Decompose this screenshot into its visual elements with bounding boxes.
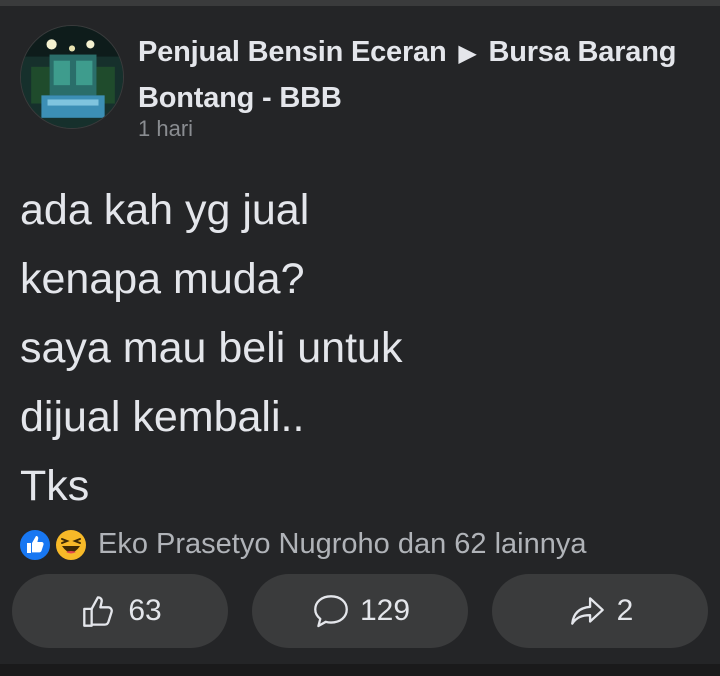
bottom-divider	[0, 664, 720, 676]
post-title: Penjual Bensin Eceran ▶ Bursa Barang Bon…	[138, 30, 698, 120]
thumbs-up-icon	[83, 596, 114, 627]
post-timestamp[interactable]: 1 hari	[138, 116, 193, 142]
comment-count: 129	[359, 594, 411, 627]
reaction-icons	[18, 524, 98, 564]
reactions-text[interactable]: Eko Prasetyo Nugroho dan 62 lainnya	[98, 528, 586, 561]
body-line: kenapa muda?	[20, 255, 305, 303]
body-line: dijual kembali..	[20, 393, 305, 441]
post-body: ada kah yg jual kenapa muda? saya mau be…	[20, 176, 710, 521]
share-icon	[570, 597, 604, 625]
share-count: 2	[616, 594, 634, 627]
haha-icon	[54, 528, 88, 562]
reactions-summary[interactable]: Eko Prasetyo Nugroho dan 62 lainnya	[18, 522, 586, 566]
like-button[interactable]: 63	[12, 574, 228, 648]
action-bar: 63 129 2	[12, 574, 708, 648]
avatar-image	[21, 26, 123, 128]
body-line: saya mau beli untuk	[20, 324, 403, 372]
author-name[interactable]: Penjual Bensin Eceran	[138, 36, 447, 68]
top-divider	[0, 0, 720, 6]
body-line: Tks	[20, 462, 90, 510]
like-count: 63	[128, 594, 162, 627]
post-card: Penjual Bensin Eceran ▶ Bursa Barang Bon…	[0, 0, 720, 676]
body-line: ada kah yg jual	[20, 186, 310, 234]
comment-button[interactable]: 129	[252, 574, 468, 648]
arrow-right-icon: ▶	[458, 40, 477, 67]
share-button[interactable]: 2	[492, 574, 708, 648]
like-icon	[18, 528, 52, 562]
group-avatar[interactable]	[20, 25, 124, 129]
comment-icon	[314, 595, 348, 628]
